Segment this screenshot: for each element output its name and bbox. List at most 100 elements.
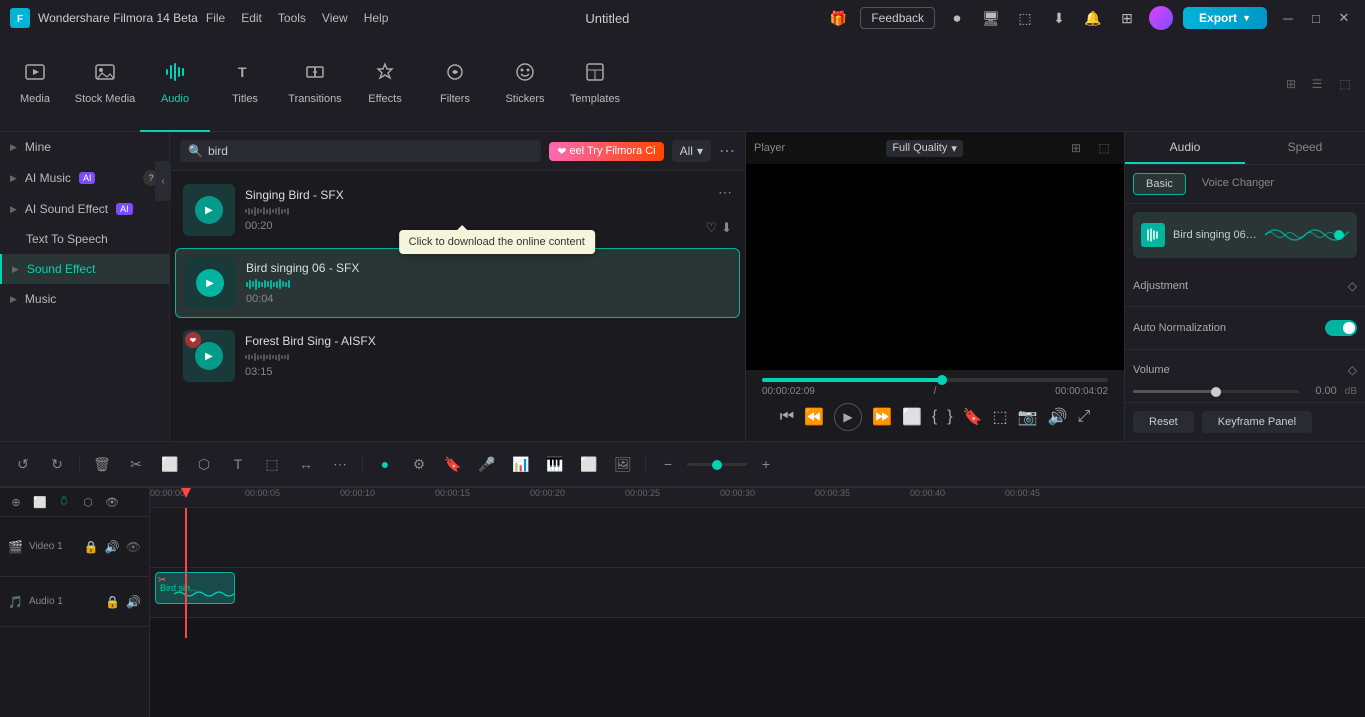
zoom-slider[interactable] (687, 463, 747, 466)
feedback-button[interactable]: Feedback (860, 7, 935, 29)
progress-bar[interactable] (762, 378, 1108, 382)
tool-media[interactable]: Media (0, 36, 70, 132)
text-action-button[interactable]: T (223, 449, 253, 479)
subtab-voice-changer[interactable]: Voice Changer (1190, 173, 1286, 195)
step-back-button[interactable]: ⏪ (804, 407, 824, 427)
audio-item-bird-singing-06[interactable]: ▶ Bird singing 06 - SFX 00:04 (175, 248, 740, 318)
image-button[interactable]: 🖼 (608, 449, 638, 479)
singing-bird-favorite-icon[interactable]: ♡ (705, 220, 717, 236)
sidebar-item-sfx[interactable]: ▶ Sound Effect (0, 254, 169, 284)
bird-06-play-icon[interactable]: ▶ (196, 269, 224, 297)
eye-button[interactable]: 👁 (102, 492, 122, 512)
tab-audio[interactable]: Audio (1125, 132, 1245, 164)
menu-help[interactable]: Help (364, 11, 389, 25)
mark-in-button[interactable]: { (932, 408, 937, 426)
delete-button[interactable]: 🗑 (87, 449, 117, 479)
avatar[interactable] (1149, 6, 1173, 30)
volume-slider[interactable] (1133, 390, 1299, 393)
auto-norm-toggle[interactable] (1325, 320, 1357, 336)
undo-button[interactable]: ↺ (8, 449, 38, 479)
menu-edit[interactable]: Edit (241, 11, 262, 25)
sidebar-item-music[interactable]: ▶ Music (0, 284, 169, 314)
keyframe-panel-button[interactable]: Keyframe Panel (1202, 411, 1312, 433)
tool-effects[interactable]: Effects (350, 36, 420, 132)
cut-button[interactable]: ✂ (121, 449, 151, 479)
minimize-button[interactable]: ─ (1277, 7, 1299, 29)
search-input[interactable] (208, 144, 533, 158)
menu-view[interactable]: View (322, 11, 348, 25)
redo-button[interactable]: ↻ (42, 449, 72, 479)
record-action-button[interactable]: ● (370, 449, 400, 479)
crop-button[interactable]: ⬜ (902, 407, 922, 427)
tool-stickers[interactable]: Stickers (490, 36, 560, 132)
maximize-button[interactable]: □ (1305, 7, 1327, 29)
add-marker-button[interactable]: 🔖 (963, 407, 983, 427)
mark-out-button[interactable]: } (947, 408, 952, 426)
copy-button[interactable]: ⬜ (155, 449, 185, 479)
grid-preview-icon[interactable]: ⊞ (1064, 136, 1088, 160)
volume-keyframe-icon[interactable]: ◇ (1348, 363, 1357, 377)
record-icon[interactable]: ⏺ (945, 6, 969, 30)
snapshot-button[interactable]: 📷 (1018, 407, 1038, 427)
tool-transitions[interactable]: Transitions (280, 36, 350, 132)
export-button[interactable]: Export (1183, 7, 1267, 29)
sidebar-item-mine[interactable]: ▶ Mine (0, 132, 169, 162)
voiceover-button[interactable]: 🎤 (472, 449, 502, 479)
audio-item-singing-bird[interactable]: ▶ Singing Bird - SFX 00:20 ⋯ ♡ ⬇ (175, 176, 740, 244)
download-icon[interactable]: ⬇ (1047, 6, 1071, 30)
volume-button[interactable]: 🔊 (1048, 407, 1068, 427)
sidebar-item-ai-music[interactable]: ▶ AI Music AI ? (0, 162, 169, 194)
picture-in-picture-icon[interactable]: ⬚ (1013, 6, 1037, 30)
apps-icon[interactable]: ⊞ (1115, 6, 1139, 30)
singing-bird-more-icon[interactable]: ⋯ (718, 184, 732, 201)
subtab-basic[interactable]: Basic (1133, 173, 1186, 195)
tool-audio[interactable]: Audio (140, 36, 210, 132)
crop-action-button[interactable]: ⬡ (189, 449, 219, 479)
group-button[interactable]: ⬚ (257, 449, 287, 479)
step-forward-button[interactable]: ⏩ (872, 407, 892, 427)
progress-thumb[interactable] (937, 375, 947, 385)
menu-tools[interactable]: Tools (278, 11, 306, 25)
tab-speed[interactable]: Speed (1245, 132, 1365, 164)
tool-filters[interactable]: Filters (420, 36, 490, 132)
zoom-in-button[interactable]: + (751, 449, 781, 479)
reset-button[interactable]: Reset (1133, 411, 1194, 433)
grid-view-button[interactable]: ⊞ (1279, 72, 1303, 96)
audio-lock-icon[interactable]: 🔒 (105, 595, 120, 609)
sidebar-item-ai-sound[interactable]: ▶ AI Sound Effect AI (0, 194, 169, 224)
add-track-button[interactable]: ⊕ (6, 492, 26, 512)
marker-action-button[interactable]: 🔖 (438, 449, 468, 479)
more-action-button[interactable]: ⋯ (325, 449, 355, 479)
playhead[interactable] (185, 508, 187, 638)
progress-bar-wrap[interactable] (754, 376, 1116, 384)
expand-view-button[interactable]: ⬚ (1333, 72, 1357, 96)
fullscreen-icon[interactable]: ⬚ (1092, 136, 1116, 160)
tool-stock-media[interactable]: Stock Media (70, 36, 140, 132)
sidebar-item-tts[interactable]: Text To Speech (0, 224, 169, 254)
singing-bird-play-icon[interactable]: ▶ (195, 196, 223, 224)
picture-pip-button[interactable]: ⬚ (993, 407, 1008, 427)
skip-back-button[interactable]: ⏮ (780, 408, 794, 426)
promo-badge[interactable]: ❤ eel Try Filmora Ci (549, 142, 663, 161)
video-eye-icon[interactable]: 👁 (126, 540, 141, 554)
tool-titles[interactable]: T Titles (210, 36, 280, 132)
magnet-button[interactable]: ⍥ (54, 492, 74, 512)
gap-button[interactable]: ⬜ (574, 449, 604, 479)
adjustment-keyframe-icon[interactable]: ◇ (1348, 279, 1357, 293)
minimize-panel-icon[interactable]: 🖥 (979, 6, 1003, 30)
more-options-button[interactable]: ⋯ (719, 141, 735, 161)
play-button[interactable]: ▶ (834, 403, 862, 431)
sidebar-collapse-button[interactable]: ‹ (155, 161, 171, 201)
zoom-out-button[interactable]: − (653, 449, 683, 479)
singing-bird-download-icon[interactable]: ⬇ (721, 220, 732, 236)
chart-button[interactable]: 📊 (506, 449, 536, 479)
gift-icon[interactable]: 🎁 (826, 6, 850, 30)
list-view-button[interactable]: ☰ (1305, 72, 1329, 96)
scale-button[interactable]: ↔ (291, 449, 321, 479)
quality-select[interactable]: Full Quality ▾ (886, 140, 963, 157)
settings-action-button[interactable]: ⚙ (404, 449, 434, 479)
close-button[interactable]: ✕ (1333, 7, 1355, 29)
video-lock-icon[interactable]: 🔒 (84, 540, 99, 554)
filter-button[interactable]: All ▾ (672, 140, 711, 162)
piano-button[interactable]: 🎹 (540, 449, 570, 479)
